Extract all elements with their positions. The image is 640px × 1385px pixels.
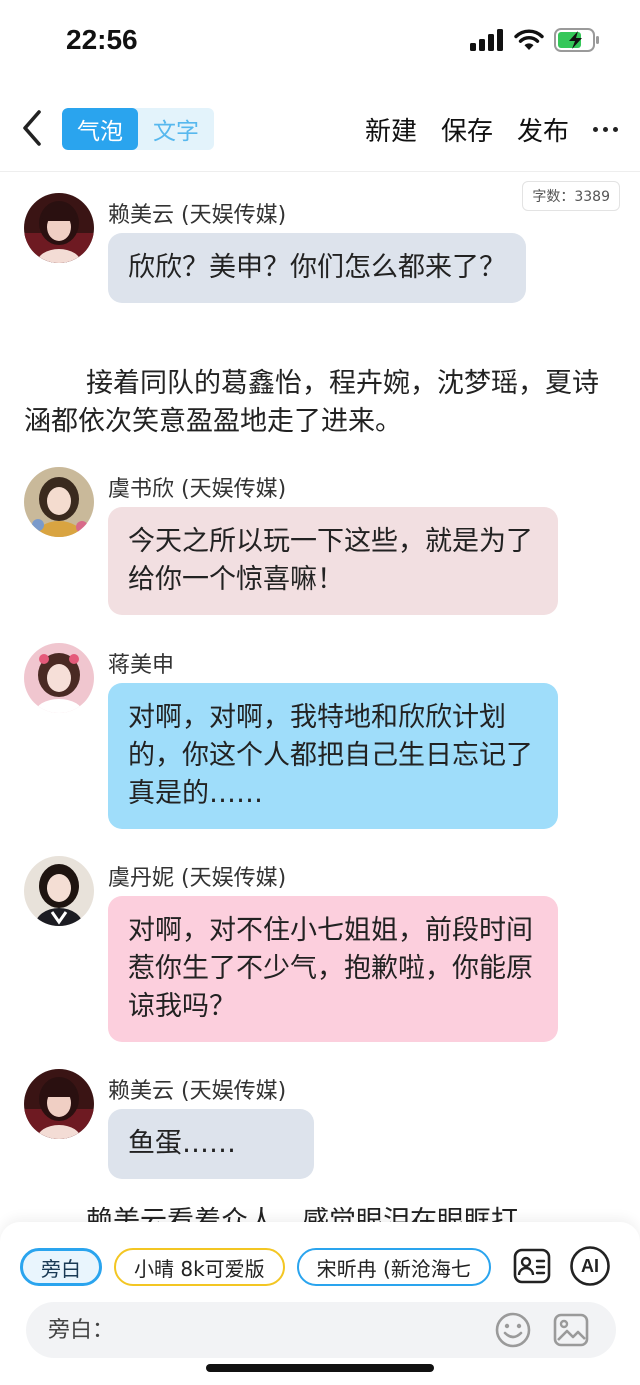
speaker-chips: 旁白 小晴 8k可爱版 宋昕冉 (新沧海七 xyxy=(20,1248,492,1286)
save-button[interactable]: 保存 xyxy=(441,111,493,148)
contacts-button[interactable] xyxy=(510,1244,554,1288)
speaker-name: 虞丹妮 (天娱传媒) xyxy=(108,866,287,891)
avatar[interactable] xyxy=(24,856,94,926)
message-input[interactable] xyxy=(26,1302,486,1358)
chat-message[interactable]: 蒋美申 对啊，对啊，我特地和欣欣计划的，你这个人都把自己生日忘记了 真是的…… xyxy=(24,643,624,833)
message-bubble[interactable]: 对啊，对啊，我特地和欣欣计划的，你这个人都把自己生日忘记了 真是的…… xyxy=(108,683,558,829)
tab-bubble[interactable]: 气泡 xyxy=(62,108,138,150)
new-button[interactable]: 新建 xyxy=(365,111,417,148)
contact-card-icon xyxy=(513,1248,551,1284)
story-content[interactable]: 字数：3389 赖美云 (天娱传媒) 欣欣？美申？你们怎么都来了？ 接着同队的葛… xyxy=(0,173,640,1223)
speaker-name: 赖美云 (天娱传媒) xyxy=(108,1079,287,1104)
status-icons xyxy=(470,28,600,52)
signal-icon xyxy=(470,29,503,51)
toolbar-actions: 新建 保存 发布 xyxy=(365,108,618,150)
message-input-box xyxy=(26,1302,616,1358)
avatar[interactable] xyxy=(24,643,94,713)
chat-message[interactable]: 虞丹妮 (天娱传媒) 对啊，对不住小七姐姐，前段时间惹你生了不少气，抱歉啦，你能… xyxy=(24,856,624,1046)
chip-speaker[interactable]: 宋昕冉 (新沧海七 xyxy=(296,1248,491,1286)
avatar[interactable] xyxy=(24,1069,94,1139)
mode-switch: 气泡 文字 xyxy=(62,108,214,150)
chevron-left-icon xyxy=(23,110,41,146)
chat-message[interactable]: 虞书欣 (天娱传媒) 今天之所以玩一下这些，就是为了给你一个惊喜嘛！ xyxy=(24,467,624,617)
smiley-icon xyxy=(495,1312,531,1348)
message-bubble[interactable]: 鱼蛋…… xyxy=(108,1109,314,1179)
status-bar: 22:56 xyxy=(0,0,640,90)
battery-icon xyxy=(554,28,599,52)
status-time: 22:56 xyxy=(66,24,138,55)
publish-button[interactable]: 发布 xyxy=(517,111,569,148)
emoji-button[interactable] xyxy=(494,1311,532,1349)
speaker-name: 蒋美申 xyxy=(108,653,175,678)
chip-narration[interactable]: 旁白 xyxy=(20,1248,102,1286)
back-button[interactable] xyxy=(14,108,50,148)
home-indicator xyxy=(206,1364,434,1372)
editor-toolbar: 气泡 文字 新建 保存 发布 xyxy=(0,90,640,172)
chat-message[interactable]: 赖美云 (天娱传媒) 欣欣？美申？你们怎么都来了？ xyxy=(24,193,624,343)
ai-button[interactable]: AI xyxy=(568,1244,612,1288)
narration-text[interactable]: 接着同队的葛鑫怡，程卉婉，沈梦瑶，夏诗涵都依次笑意盈盈地走了进来。 xyxy=(24,365,616,441)
composer-panel: 旁白 小晴 8k可爱版 宋昕冉 (新沧海七 AI xyxy=(0,1222,640,1385)
message-bubble[interactable]: 今天之所以玩一下这些，就是为了给你一个惊喜嘛！ xyxy=(108,507,558,615)
image-icon xyxy=(553,1313,589,1347)
narration-text[interactable]: 赖美云看着众人，感觉眼泪在眼眶打 xyxy=(24,1203,616,1223)
ai-label: AI xyxy=(581,1255,599,1276)
image-button[interactable] xyxy=(552,1311,590,1349)
message-bubble[interactable]: 欣欣？美申？你们怎么都来了？ xyxy=(108,233,526,303)
speaker-name: 虞书欣 (天娱传媒) xyxy=(108,477,287,502)
chip-speaker[interactable]: 小晴 8k可爱版 xyxy=(114,1248,285,1286)
message-bubble[interactable]: 对啊，对不住小七姐姐，前段时间惹你生了不少气，抱歉啦，你能原谅我吗？ xyxy=(108,896,558,1042)
avatar[interactable] xyxy=(24,467,94,537)
tab-text[interactable]: 文字 xyxy=(138,108,214,150)
chat-message[interactable]: 赖美云 (天娱传媒) 鱼蛋…… xyxy=(24,1069,624,1189)
more-icon[interactable] xyxy=(593,126,618,132)
wifi-icon xyxy=(514,29,544,50)
avatar[interactable] xyxy=(24,193,94,263)
speaker-name: 赖美云 (天娱传媒) xyxy=(108,203,287,228)
